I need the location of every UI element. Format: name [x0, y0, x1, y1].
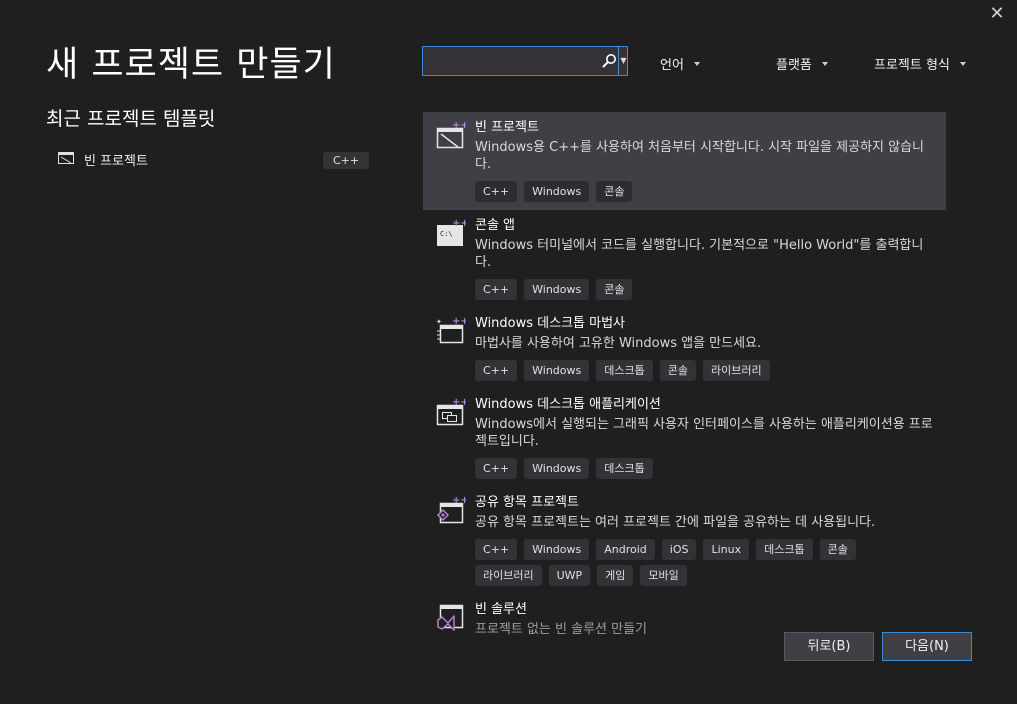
template-search-box[interactable]: ▼ — [422, 46, 628, 76]
svg-text:C:\: C:\ — [440, 230, 453, 238]
template-name: Windows 데스크톱 마법사 — [475, 316, 626, 331]
tag-badge: iOS — [661, 539, 697, 560]
tag-badge: 콘솔 — [596, 279, 633, 300]
chevron-down-icon — [693, 61, 700, 66]
chevron-down-icon — [959, 61, 966, 66]
tag-badge: 데스크톱 — [596, 458, 653, 479]
tag-badge: C++ — [475, 181, 518, 202]
template-item-console-app[interactable]: C:\ ++ 콘솔 앱 Windows 터미널에서 코드를 실행합니다. 기본적… — [423, 210, 946, 308]
next-button[interactable]: 다음(N) — [882, 632, 972, 661]
search-icon[interactable] — [601, 53, 617, 69]
chevron-down-icon — [821, 61, 828, 66]
template-name: 빈 프로젝트 — [475, 120, 539, 135]
tag-badge: 콘솔 — [819, 539, 856, 560]
page-title: 새 프로젝트 만들기 — [46, 45, 336, 85]
tag-badge: 게임 — [597, 565, 634, 586]
tag-badge: 데스크톱 — [596, 360, 653, 381]
recent-template-label: 빈 프로젝트 — [84, 154, 148, 169]
template-item-shared-items-project[interactable]: ++ 공유 항목 프로젝트 공유 항목 프로젝트는 여러 프로젝트 간에 파일을… — [423, 487, 946, 594]
template-description: 마법사를 사용하여 고유한 Windows 앱을 만드세요. — [475, 336, 762, 351]
template-tags: C++ Windows 콘솔 — [475, 181, 895, 202]
template-name: 빈 솔루션 — [475, 602, 527, 617]
template-list: ++ 빈 프로젝트 Windows용 C++를 사용하여 처음부터 시작합니다.… — [423, 112, 946, 646]
back-button[interactable]: 뒤로(B) — [784, 632, 874, 661]
svg-text:++: ++ — [452, 120, 466, 131]
template-name: 공유 항목 프로젝트 — [475, 495, 579, 510]
tag-badge: Windows — [524, 458, 590, 479]
tag-badge: 라이브러리 — [702, 360, 770, 381]
language-filter[interactable]: 언어 — [660, 54, 700, 73]
tag-badge: C++ — [475, 539, 518, 560]
search-dropdown-icon[interactable]: ▼ — [618, 47, 628, 75]
tag-badge: C++ — [475, 279, 518, 300]
platform-filter-label: 플랫폼 — [776, 58, 812, 73]
svg-text:++: ++ — [452, 495, 466, 506]
tag-badge: Windows — [524, 539, 590, 560]
project-type-filter-label: 프로젝트 형식 — [874, 58, 950, 73]
template-name: Windows 데스크톱 애플리케이션 — [475, 397, 661, 412]
search-input[interactable] — [431, 51, 595, 73]
tag-badge: Windows — [524, 181, 590, 202]
recent-templates-heading: 최근 프로젝트 템플릿 — [46, 108, 216, 130]
tag-badge: 데스크톱 — [756, 539, 813, 560]
template-description: Windows에서 실행되는 그래픽 사용자 인터페이스를 사용하는 애플리케이… — [475, 417, 933, 449]
tag-badge: 라이브러리 — [475, 565, 542, 586]
shared-items-project-icon: ++ — [436, 495, 466, 524]
template-description: 공유 항목 프로젝트는 여러 프로젝트 간에 파일을 공유하는 데 사용됩니다. — [475, 515, 876, 530]
template-tags: C++ Windows 데스크톱 — [475, 458, 895, 479]
tag-badge: C++ — [475, 360, 518, 381]
tag-badge: Windows — [524, 279, 590, 300]
desktop-application-icon: ++ — [436, 397, 466, 426]
template-description: Windows용 C++를 사용하여 처음부터 시작합니다. 시작 파일을 제공… — [475, 140, 925, 172]
recent-template-tag: C++ — [323, 152, 370, 169]
empty-project-icon: ++ — [436, 120, 466, 149]
svg-text:++: ++ — [452, 316, 466, 327]
template-description: Windows 터미널에서 코드를 실행합니다. 기본적으로 "Hello Wo… — [475, 238, 924, 270]
tag-badge: 콘솔 — [659, 360, 696, 381]
project-type-filter[interactable]: 프로젝트 형식 — [874, 54, 966, 73]
tag-badge: Windows — [524, 360, 590, 381]
template-item-empty-project[interactable]: ++ 빈 프로젝트 Windows용 C++를 사용하여 처음부터 시작합니다.… — [423, 112, 946, 210]
svg-text:✦: ✦ — [436, 318, 442, 326]
tag-badge: Android — [596, 539, 655, 560]
language-filter-label: 언어 — [660, 58, 684, 73]
tag-badge: C++ — [475, 458, 518, 479]
tag-badge: Linux — [703, 539, 750, 560]
empty-project-icon — [58, 152, 74, 164]
template-tags: C++ Windows 콘솔 — [475, 279, 895, 300]
template-tags: C++ Windows 데스크톱 콘솔 라이브러리 — [475, 360, 895, 381]
tag-badge: 모바일 — [640, 565, 687, 586]
tag-badge: UWP — [548, 565, 591, 586]
tag-badge: 콘솔 — [596, 181, 633, 202]
template-item-desktop-application[interactable]: ++ Windows 데스크톱 애플리케이션 Windows에서 실행되는 그래… — [423, 389, 946, 487]
svg-text:++: ++ — [452, 218, 466, 229]
template-tags: C++ Windows Android iOS Linux 데스크톱 콘솔 라이… — [475, 539, 895, 586]
desktop-wizard-icon: ✦ ++ — [436, 316, 466, 344]
template-item-desktop-wizard[interactable]: ✦ ++ Windows 데스크톱 마법사 마법사를 사용하여 고유한 Wind… — [423, 308, 946, 389]
close-icon[interactable]: ✕ — [987, 4, 1007, 24]
svg-text:++: ++ — [452, 397, 466, 408]
recent-template-item[interactable]: 빈 프로젝트 C++ — [58, 149, 370, 175]
template-name: 콘솔 앱 — [475, 218, 516, 233]
platform-filter[interactable]: 플랫폼 — [776, 54, 828, 73]
console-app-icon: C:\ ++ — [437, 218, 466, 246]
blank-solution-icon — [437, 604, 464, 631]
